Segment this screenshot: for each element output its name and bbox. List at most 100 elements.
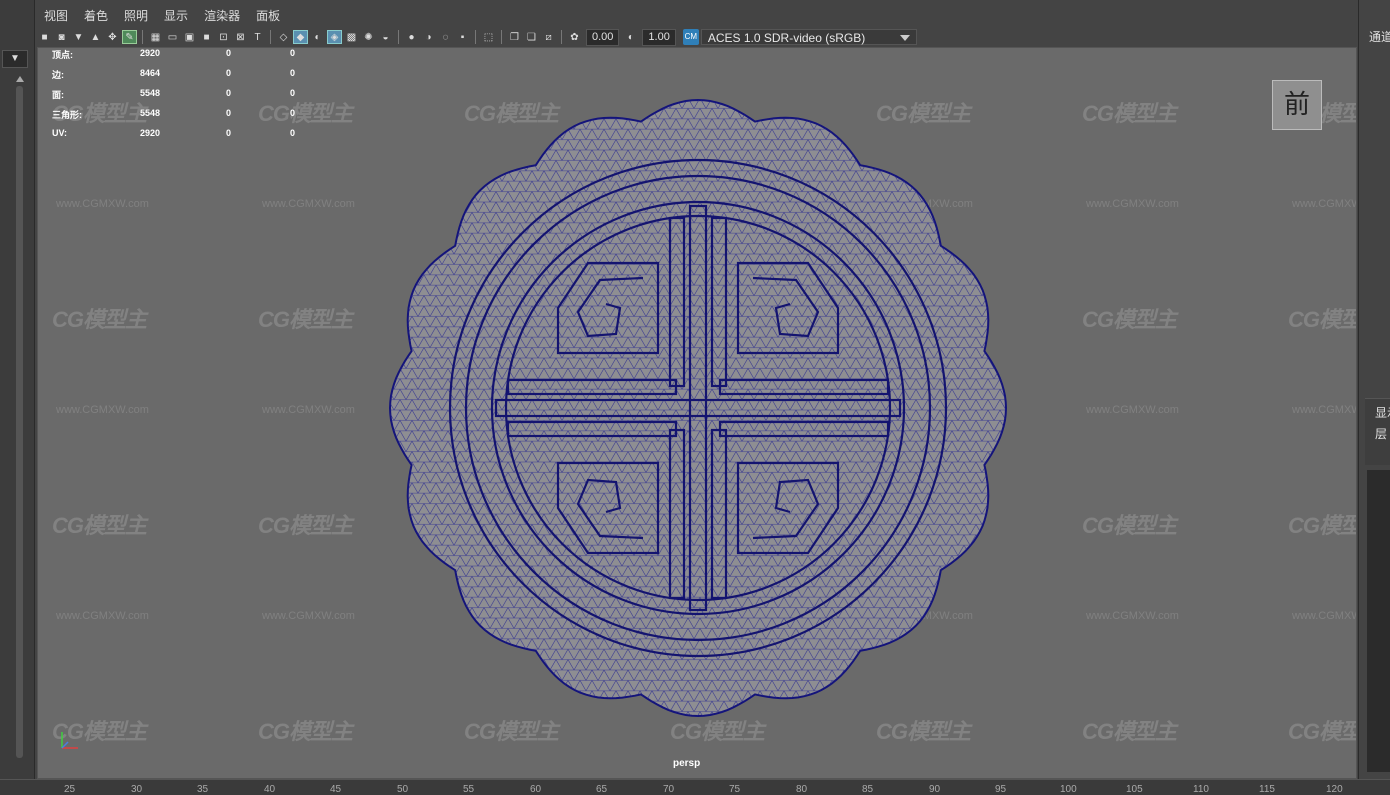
watermark-logo: CG模型主 <box>258 719 353 744</box>
hud-label: UV: <box>52 128 68 138</box>
gamma-icon[interactable]: ◐ <box>623 30 638 44</box>
exposure-field[interactable]: 0.00 <box>586 28 620 46</box>
lights-icon[interactable]: ✺ <box>361 30 376 44</box>
layer-menu[interactable]: 层 <box>1375 425 1387 442</box>
depth-of-field-icon[interactable]: ▪ <box>455 30 470 44</box>
watermark-logo: CG模型主 <box>258 513 353 538</box>
hud-label: 边: <box>52 70 64 80</box>
time-slider[interactable]: 25 30 35 40 45 50 55 60 65 70 75 80 85 9… <box>0 779 1390 795</box>
menu-renderer[interactable]: 渲染器 <box>196 4 248 26</box>
gamma-field[interactable]: 1.00 <box>642 28 676 46</box>
mooncake-wire-overlay <box>390 100 1006 716</box>
watermark-logo: CG模型主 <box>52 513 147 538</box>
screen-space-ao-icon[interactable]: ● <box>404 30 419 44</box>
watermark-logo: CG模型主 <box>1082 513 1177 538</box>
time-tick: 60 <box>530 784 542 795</box>
time-tick: 90 <box>929 784 941 795</box>
view-cube[interactable]: 前 <box>1272 80 1322 130</box>
color-space-dropdown[interactable]: ACES 1.0 SDR-video (sRGB) <box>700 29 917 45</box>
hud-value: 0 <box>226 68 232 78</box>
time-tick: 80 <box>796 784 808 795</box>
toolbar-separator <box>270 30 271 44</box>
bookmark-icon[interactable]: ▼ <box>71 30 86 44</box>
2d-pan-icon[interactable]: ✥ <box>105 30 120 44</box>
isolate-select-icon[interactable]: ⬚ <box>481 30 496 44</box>
watermark-logo: CG模型主 <box>258 307 353 332</box>
axis-gizmo-icon <box>61 732 78 749</box>
xray-active-icon[interactable]: ❏ <box>524 30 539 44</box>
image-plane-icon[interactable]: ▲ <box>88 30 103 44</box>
3d-viewport[interactable]: CG模型主 CG模型主 CG模型主 CG模型主 CG模型主 CG模型主 www.… <box>37 47 1357 779</box>
time-tick: 30 <box>131 784 143 795</box>
wireframe-on-shaded-icon[interactable]: ◈ <box>327 30 342 44</box>
anti-aliasing-icon[interactable]: ◌ <box>438 30 453 44</box>
color-management-icon[interactable]: CM <box>682 29 699 45</box>
hud-label: 三角形: <box>52 110 82 120</box>
safe-title-icon[interactable]: T <box>250 30 265 44</box>
field-chart-icon[interactable]: ⊡ <box>216 30 231 44</box>
channel-box-tab[interactable]: 通道 <box>1369 28 1390 45</box>
watermark-logo: CG模型主 <box>1288 719 1356 744</box>
layout-dropdown[interactable]: ▼ <box>2 50 28 68</box>
color-space-label: ACES 1.0 SDR-video (sRGB) <box>707 31 866 45</box>
mooncake-mesh-model[interactable] <box>388 98 1008 718</box>
camera-icon[interactable]: ■ <box>37 30 52 44</box>
watermark-url: www.CGMXW.com <box>262 404 355 416</box>
left-tool-strip: ▼ <box>0 0 35 794</box>
toolbar-separator <box>501 30 502 44</box>
time-tick: 35 <box>197 784 209 795</box>
default-material-icon[interactable]: ◐ <box>310 30 325 44</box>
exposure-icon[interactable]: ✿ <box>567 30 582 44</box>
time-tick: 95 <box>995 784 1007 795</box>
hud-value: 5548 <box>140 108 161 118</box>
scroll-up-arrow-icon[interactable] <box>16 76 24 82</box>
grid-icon[interactable]: ▦ <box>148 30 163 44</box>
layer-list[interactable] <box>1367 470 1390 772</box>
smooth-shade-icon[interactable]: ◆ <box>293 30 308 44</box>
menu-panels[interactable]: 面板 <box>248 4 288 26</box>
time-tick: 65 <box>596 784 608 795</box>
xray-icon[interactable]: ▩ <box>344 30 359 44</box>
time-tick: 100 <box>1060 784 1077 795</box>
film-gate-icon[interactable]: ▭ <box>165 30 180 44</box>
left-scrollbar[interactable] <box>16 86 23 758</box>
camera-attributes-icon[interactable]: ◙ <box>54 30 69 44</box>
hud-row-triangles: 三角形: 5548 0 0 <box>52 108 312 128</box>
backface-culling-icon[interactable]: ⧄ <box>541 30 556 44</box>
camera-name-label: persp <box>673 758 701 769</box>
shadows-icon[interactable]: ◒ <box>378 30 393 44</box>
viewport-menubar: 视图 着色 照明 显示 渲染器 面板 <box>36 4 288 26</box>
hud-value: 0 <box>290 128 296 138</box>
motion-blur-icon[interactable]: ◑ <box>421 30 436 44</box>
gate-mask-icon[interactable]: ■ <box>199 30 214 44</box>
watermark-logo: CG模型主 <box>876 719 971 744</box>
hud-value: 0 <box>290 88 296 98</box>
toolbar-separator <box>398 30 399 44</box>
hud-value: 0 <box>226 48 232 58</box>
hud-value: 2920 <box>140 48 161 58</box>
watermark-logo: CG模型主 <box>1082 307 1177 332</box>
watermark-url: www.CGMXW.com <box>56 198 149 210</box>
xray-joints-icon[interactable]: ❐ <box>507 30 522 44</box>
watermark-logo: CG模型主 <box>1082 719 1177 744</box>
wireframe-icon[interactable]: ◇ <box>276 30 291 44</box>
hud-row-edges: 边: 8464 0 0 <box>52 68 312 88</box>
time-tick: 70 <box>663 784 675 795</box>
time-tick: 40 <box>264 784 276 795</box>
hud-value: 0 <box>226 128 232 138</box>
menu-shading[interactable]: 着色 <box>76 4 116 26</box>
menu-show[interactable]: 显示 <box>156 4 196 26</box>
time-tick: 110 <box>1193 784 1209 795</box>
resolution-gate-icon[interactable]: ▣ <box>182 30 197 44</box>
time-tick: 85 <box>862 784 874 795</box>
safe-action-icon[interactable]: ⊠ <box>233 30 248 44</box>
viewport-toolbar: ■ ◙ ▼ ▲ ✥ ✎ ▦ ▭ ▣ ■ ⊡ ⊠ T ◇ ◆ ◐ ◈ ▩ ✺ ◒ … <box>36 27 1356 47</box>
right-channel-box-panel: 通道 显示 层 <box>1358 0 1390 794</box>
watermark-url: www.CGMXW.com <box>1086 198 1179 210</box>
display-layer-tab[interactable]: 显示 <box>1375 404 1390 421</box>
menu-lighting[interactable]: 照明 <box>116 4 156 26</box>
grease-pencil-icon[interactable]: ✎ <box>122 30 137 44</box>
menu-view[interactable]: 视图 <box>36 4 76 26</box>
poly-count-hud: 顶点: 2920 0 0 边: 8464 0 0 面: 5548 0 0 三角形… <box>52 48 312 148</box>
time-tick: 45 <box>330 784 342 795</box>
